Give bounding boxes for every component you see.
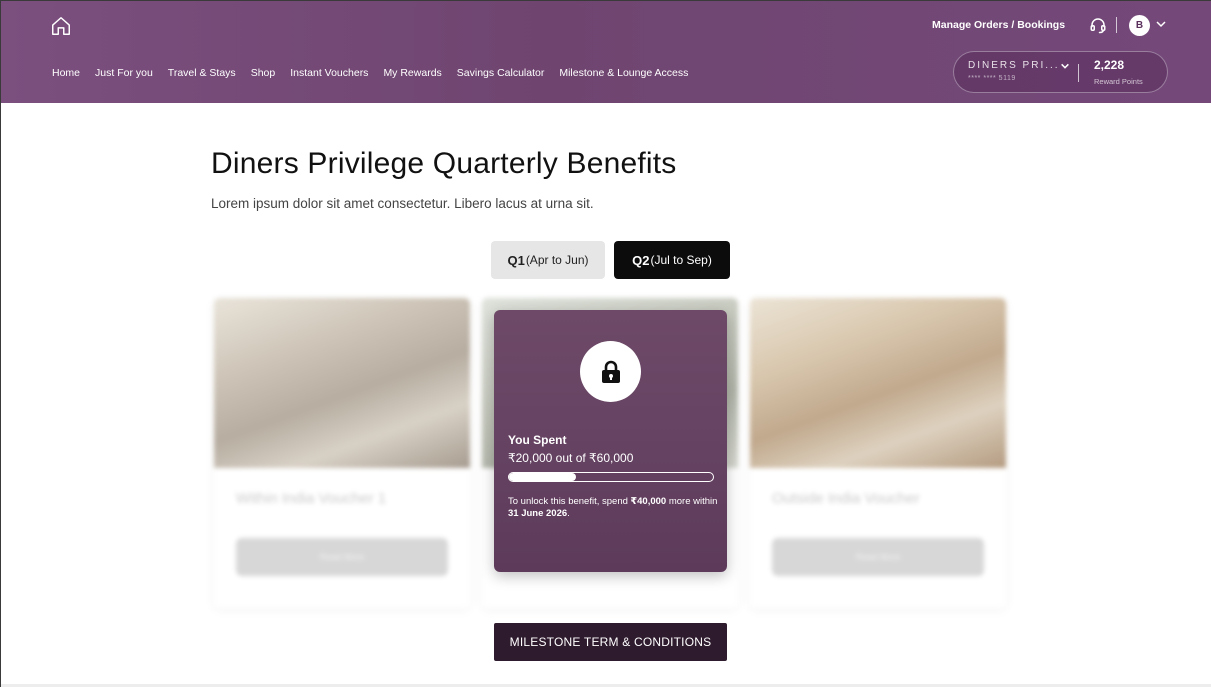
nav-home[interactable]: Home <box>52 67 80 79</box>
card-name: DINERS PRI... <box>968 60 1060 71</box>
read-more-button[interactable]: Read More <box>772 538 984 576</box>
nav-my-rewards[interactable]: My Rewards <box>383 67 441 79</box>
manage-orders-link[interactable]: Manage Orders / Bookings <box>932 19 1065 31</box>
benefit-card-1: Within India Voucher 1 Read More <box>214 298 470 608</box>
tab-q2-range: (Jul to Sep) <box>650 253 712 267</box>
home-icon[interactable] <box>50 15 72 37</box>
unlock-message: To unlock this benefit, spend ₹40,000 mo… <box>508 496 718 520</box>
spent-value: ₹20,000 out of ₹60,000 <box>508 451 634 465</box>
card-number: **** **** 5119 <box>968 75 1016 82</box>
reward-points-label: Reward Points <box>1094 77 1143 86</box>
benefit-card-image <box>750 298 1006 468</box>
reward-points-value: 2,228 <box>1094 58 1125 72</box>
header-divider <box>1116 17 1117 33</box>
spend-progress-bar <box>508 472 714 482</box>
tab-q1-code: Q1 <box>507 252 525 268</box>
main-nav: Home Just For you Travel & Stays Shop In… <box>52 67 703 79</box>
page-subtitle: Lorem ipsum dolor sit amet consectetur. … <box>211 196 594 211</box>
benefit-card-title: Within India Voucher 1 <box>236 490 387 507</box>
page-title: Diners Privilege Quarterly Benefits <box>211 147 677 180</box>
tab-q2-code: Q2 <box>632 252 650 268</box>
nav-savings-calculator[interactable]: Savings Calculator <box>457 67 545 79</box>
chevron-down-icon[interactable] <box>1155 18 1167 30</box>
tab-q1-range: (Apr to Jun) <box>525 253 589 267</box>
card-divider <box>1078 64 1079 82</box>
top-header: Home Just For you Travel & Stays Shop In… <box>1 1 1211 103</box>
unlock-text-1: To unlock this benefit, spend <box>508 496 631 507</box>
nav-just-for-you[interactable]: Just For you <box>95 67 153 79</box>
tab-q1[interactable]: Q1 (Apr to Jun) <box>491 241 605 279</box>
benefit-card-title: Outside India Voucher <box>772 490 920 507</box>
nav-milestone-lounge[interactable]: Milestone & Lounge Access <box>559 67 688 79</box>
lock-icon <box>601 360 620 383</box>
unlock-amount: ₹40,000 <box>630 496 667 507</box>
tab-q2[interactable]: Q2 (Jul to Sep) <box>614 241 730 279</box>
unlock-text-2: more within <box>666 496 718 507</box>
benefit-card-3: Outside India Voucher Read More <box>750 298 1006 608</box>
page: Home Just For you Travel & Stays Shop In… <box>0 0 1211 687</box>
benefit-card-image <box>214 298 470 468</box>
headset-icon[interactable] <box>1089 16 1107 34</box>
unlock-text-3: . <box>567 508 570 519</box>
card-selector[interactable]: DINERS PRI... **** **** 5119 2,228 Rewar… <box>953 51 1168 93</box>
nav-shop[interactable]: Shop <box>251 67 276 79</box>
lock-badge <box>580 341 641 402</box>
read-more-button[interactable]: Read More <box>236 538 448 576</box>
unlock-date: 31 June 2026 <box>508 508 568 519</box>
nav-instant-vouchers[interactable]: Instant Vouchers <box>290 67 368 79</box>
spent-label: You Spent <box>508 433 567 447</box>
spend-progress-fill <box>509 473 577 481</box>
chevron-down-icon[interactable] <box>1060 61 1070 71</box>
locked-benefit-overlay: You Spent ₹20,000 out of ₹60,000 To unlo… <box>494 310 727 572</box>
milestone-terms-button[interactable]: MILESTONE TERM & CONDITIONS <box>494 623 727 661</box>
nav-travel-stays[interactable]: Travel & Stays <box>168 67 236 79</box>
avatar[interactable]: B <box>1129 15 1150 36</box>
